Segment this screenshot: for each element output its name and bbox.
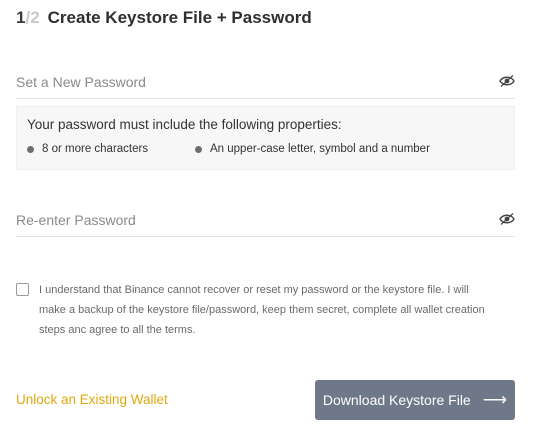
download-button-label: Download Keystore File — [322, 392, 471, 408]
requirement-text: 8 or more characters — [42, 143, 149, 155]
requirement-text: An upper-case letter, symbol and a numbe… — [210, 143, 430, 155]
eye-icon[interactable] — [499, 212, 515, 226]
requirement-item: 8 or more characters — [27, 143, 148, 155]
page-title: Create Keystore File + Password — [47, 8, 312, 27]
terms-text: I understand that Binance cannot recover… — [39, 284, 485, 336]
new-password-field — [16, 68, 515, 99]
confirm-password-input[interactable] — [16, 206, 476, 234]
unlock-existing-wallet-link[interactable]: Unlock an Existing Wallet — [16, 392, 168, 407]
eye-icon[interactable] — [499, 74, 515, 88]
page-header: 1 /2 Create Keystore File + Password — [16, 8, 312, 32]
step-total: /2 — [25, 8, 40, 27]
confirm-password-field — [16, 206, 515, 237]
new-password-input[interactable] — [16, 68, 476, 96]
bullet-icon — [195, 145, 202, 153]
terms-checkbox[interactable] — [16, 283, 29, 296]
requirement-item: An upper-case letter, symbol and a numbe… — [195, 143, 430, 155]
password-requirements: Your password must include the following… — [16, 106, 515, 170]
bullet-icon — [27, 145, 34, 153]
step-current: 1 — [16, 8, 26, 27]
arrow-right-icon: ⟶ — [482, 390, 508, 409]
download-keystore-button[interactable]: Download Keystore File ⟶ — [315, 380, 515, 420]
requirements-title: Your password must include the following… — [27, 117, 342, 132]
